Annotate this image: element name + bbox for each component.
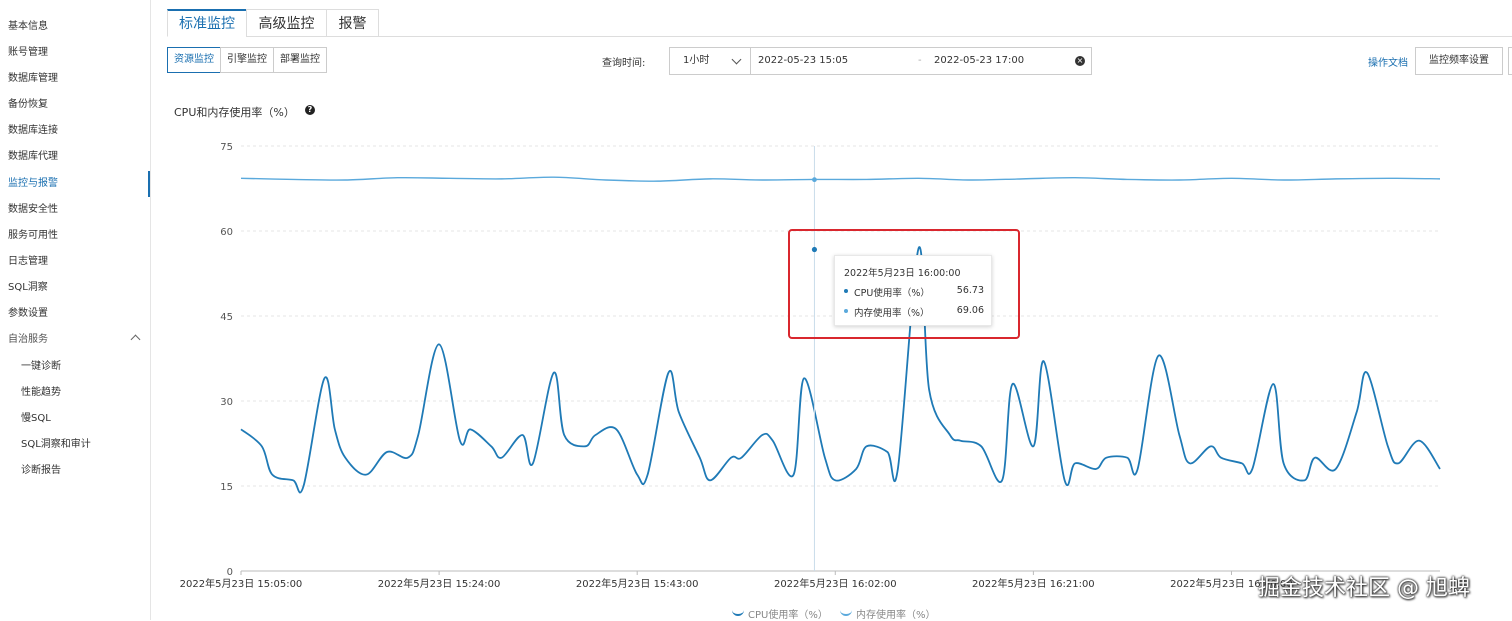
- cpu-memory-chart[interactable]: 0 15 30 45 60 75 2022年5月23日 15:05:00 2022年5月23日…: [0, 0, 1512, 620]
- y-tick-label: 0: [227, 567, 233, 578]
- y-tick-label: 60: [220, 227, 233, 238]
- legend-mem-label: 内存使用率（%）: [856, 610, 936, 621]
- y-tick-label: 45: [220, 312, 233, 323]
- x-tick-label: 2022年5月23日 15:43:00: [576, 577, 699, 590]
- y-tick-label: 15: [220, 482, 233, 493]
- line-swatch-icon: [732, 608, 744, 616]
- y-tick-label: 30: [220, 397, 233, 408]
- legend-item-mem[interactable]: 内存使用率（%）: [840, 606, 936, 621]
- line-swatch-icon: [840, 608, 852, 616]
- x-tick-label: 2022年5月23日 15:24:00: [378, 577, 501, 590]
- x-tick-label: 2022年5月23日 16:21:00: [972, 577, 1095, 590]
- annotation-highlight-box: [788, 229, 1020, 339]
- legend-cpu-label: CPU使用率（%）: [748, 610, 828, 621]
- x-tick-label: 2022年5月23日 16:02:00: [774, 577, 897, 590]
- mem-hover-point: [812, 177, 817, 183]
- memory-series-line: [240, 176, 1441, 182]
- y-tick-label: 75: [220, 142, 233, 153]
- x-tick-label: 2022年5月23日 15:05:00: [180, 577, 303, 590]
- legend-item-cpu[interactable]: CPU使用率（%）: [732, 606, 828, 621]
- watermark: 掘金技术社区 @ 旭蜱: [1258, 576, 1470, 601]
